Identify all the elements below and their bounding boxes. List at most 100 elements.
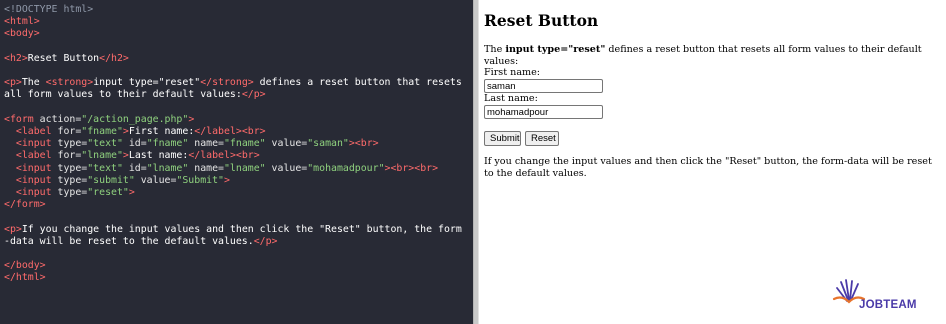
- code-line: <input type="reset">: [4, 187, 466, 199]
- code-line: </form>: [4, 199, 466, 211]
- code-token: >: [128, 187, 135, 198]
- code-token: <input: [15, 138, 52, 150]
- code-token: value=: [265, 162, 308, 174]
- first-name-label: First name:: [484, 67, 541, 78]
- code-token: type=: [51, 187, 88, 198]
- code-token: for=: [51, 125, 82, 137]
- last-name-input[interactable]: [484, 105, 603, 119]
- page-heading: Reset Button: [484, 11, 599, 30]
- code-token: </html>: [4, 272, 46, 284]
- code-token: </h2>: [99, 52, 129, 64]
- code-line: <p>If you change the input values and th…: [4, 224, 466, 248]
- submit-button[interactable]: Submit: [484, 131, 521, 146]
- code-token: <p>: [4, 77, 22, 89]
- code-token: </label><br>: [194, 125, 266, 137]
- code-token: <p>: [4, 223, 22, 235]
- last-name-label: Last name:: [484, 93, 538, 104]
- intro-paragraph: The input type="reset" defines a reset b…: [484, 44, 942, 68]
- code-token: "lname": [223, 162, 266, 174]
- code-token: name=: [188, 162, 224, 174]
- code-token: First name:: [128, 125, 195, 137]
- code-token: type=: [51, 174, 88, 186]
- code-token: id=: [122, 138, 147, 150]
- code-token: >: [223, 174, 230, 186]
- code-token: <label: [15, 125, 52, 137]
- code-content[interactable]: <!DOCTYPE html> <html> <body> <h2>Reset But…: [4, 4, 466, 285]
- code-token: for=: [51, 150, 82, 162]
- code-token: If you change the input values and then …: [4, 223, 462, 247]
- first-name-input[interactable]: [484, 79, 603, 93]
- code-token: <strong>: [45, 77, 94, 89]
- code-line: <!DOCTYPE html>: [4, 4, 466, 16]
- result-pane: Reset Button The input type="reset" defi…: [479, 0, 946, 324]
- code-token: </body>: [4, 260, 46, 272]
- code-line: <input type="text" id="lname" name="lnam…: [4, 163, 466, 175]
- code-token: "Submit": [176, 174, 224, 186]
- code-token: </strong>: [200, 77, 254, 89]
- code-line: <label for="lname">Last name:</label><br…: [4, 150, 466, 162]
- watermark-text: JOBTEAM: [859, 299, 917, 311]
- code-token: Reset Button: [27, 52, 100, 64]
- code-line: </body>: [4, 260, 466, 272]
- code-token: >: [188, 113, 195, 125]
- code-token: "reset": [87, 187, 129, 198]
- code-token: <h2>: [4, 52, 28, 64]
- code-line: <label for="fname">First name:</label><b…: [4, 126, 466, 138]
- code-token: <input: [15, 174, 52, 186]
- code-token: ><br><br>: [384, 162, 439, 174]
- code-token: "saman": [307, 138, 349, 150]
- code-token: value=: [134, 174, 177, 186]
- code-token: <input: [15, 187, 52, 198]
- code-token: "text": [87, 162, 123, 174]
- reset-button[interactable]: Reset: [525, 131, 559, 146]
- code-token: "mohamadpour": [307, 162, 385, 174]
- code-token: "/action_page.php": [81, 113, 189, 125]
- code-token: name=: [188, 138, 224, 150]
- code-token: input type="reset": [93, 77, 201, 89]
- code-line: <form action="/action_page.php">: [4, 114, 466, 126]
- code-token: type=: [51, 162, 88, 174]
- note-paragraph: If you change the input values and then …: [484, 156, 932, 179]
- code-line: </html>: [4, 272, 466, 284]
- code-token: </p>: [253, 235, 278, 247]
- code-line: <p>The <strong>input type="reset"</stron…: [4, 77, 466, 101]
- jobteam-watermark: JOBTEAM: [832, 278, 940, 318]
- code-token: ><br>: [348, 138, 379, 150]
- code-token: action=: [33, 113, 82, 125]
- intro-strong: input type="reset": [505, 44, 606, 55]
- code-token: "fname": [81, 125, 123, 137]
- code-token: <form: [4, 113, 34, 125]
- code-token: "lname": [146, 162, 189, 174]
- code-token: The: [21, 77, 46, 89]
- code-token: id=: [122, 162, 147, 174]
- code-token: <html>: [4, 16, 40, 28]
- code-token: </p>: [241, 89, 266, 101]
- code-token: "fname": [223, 138, 266, 150]
- code-token: <input: [15, 162, 52, 174]
- code-token: <body>: [4, 28, 40, 40]
- code-token: Last name:: [128, 150, 189, 162]
- code-token: </form>: [4, 199, 46, 211]
- code-token: value=: [265, 138, 308, 150]
- code-token: "lname": [81, 150, 123, 162]
- code-line: <html>: [4, 16, 466, 28]
- code-token: <!DOCTYPE html>: [4, 4, 94, 15]
- code-token: "fname": [146, 138, 189, 150]
- code-editor[interactable]: <!DOCTYPE html> <html> <body> <h2>Reset But…: [0, 0, 473, 324]
- code-line: <input type="submit" value="Submit">: [4, 175, 466, 187]
- code-token: </label><br>: [188, 150, 260, 162]
- code-token: "submit": [87, 174, 135, 186]
- code-line: <body>: [4, 28, 466, 40]
- code-token: <label: [15, 150, 52, 162]
